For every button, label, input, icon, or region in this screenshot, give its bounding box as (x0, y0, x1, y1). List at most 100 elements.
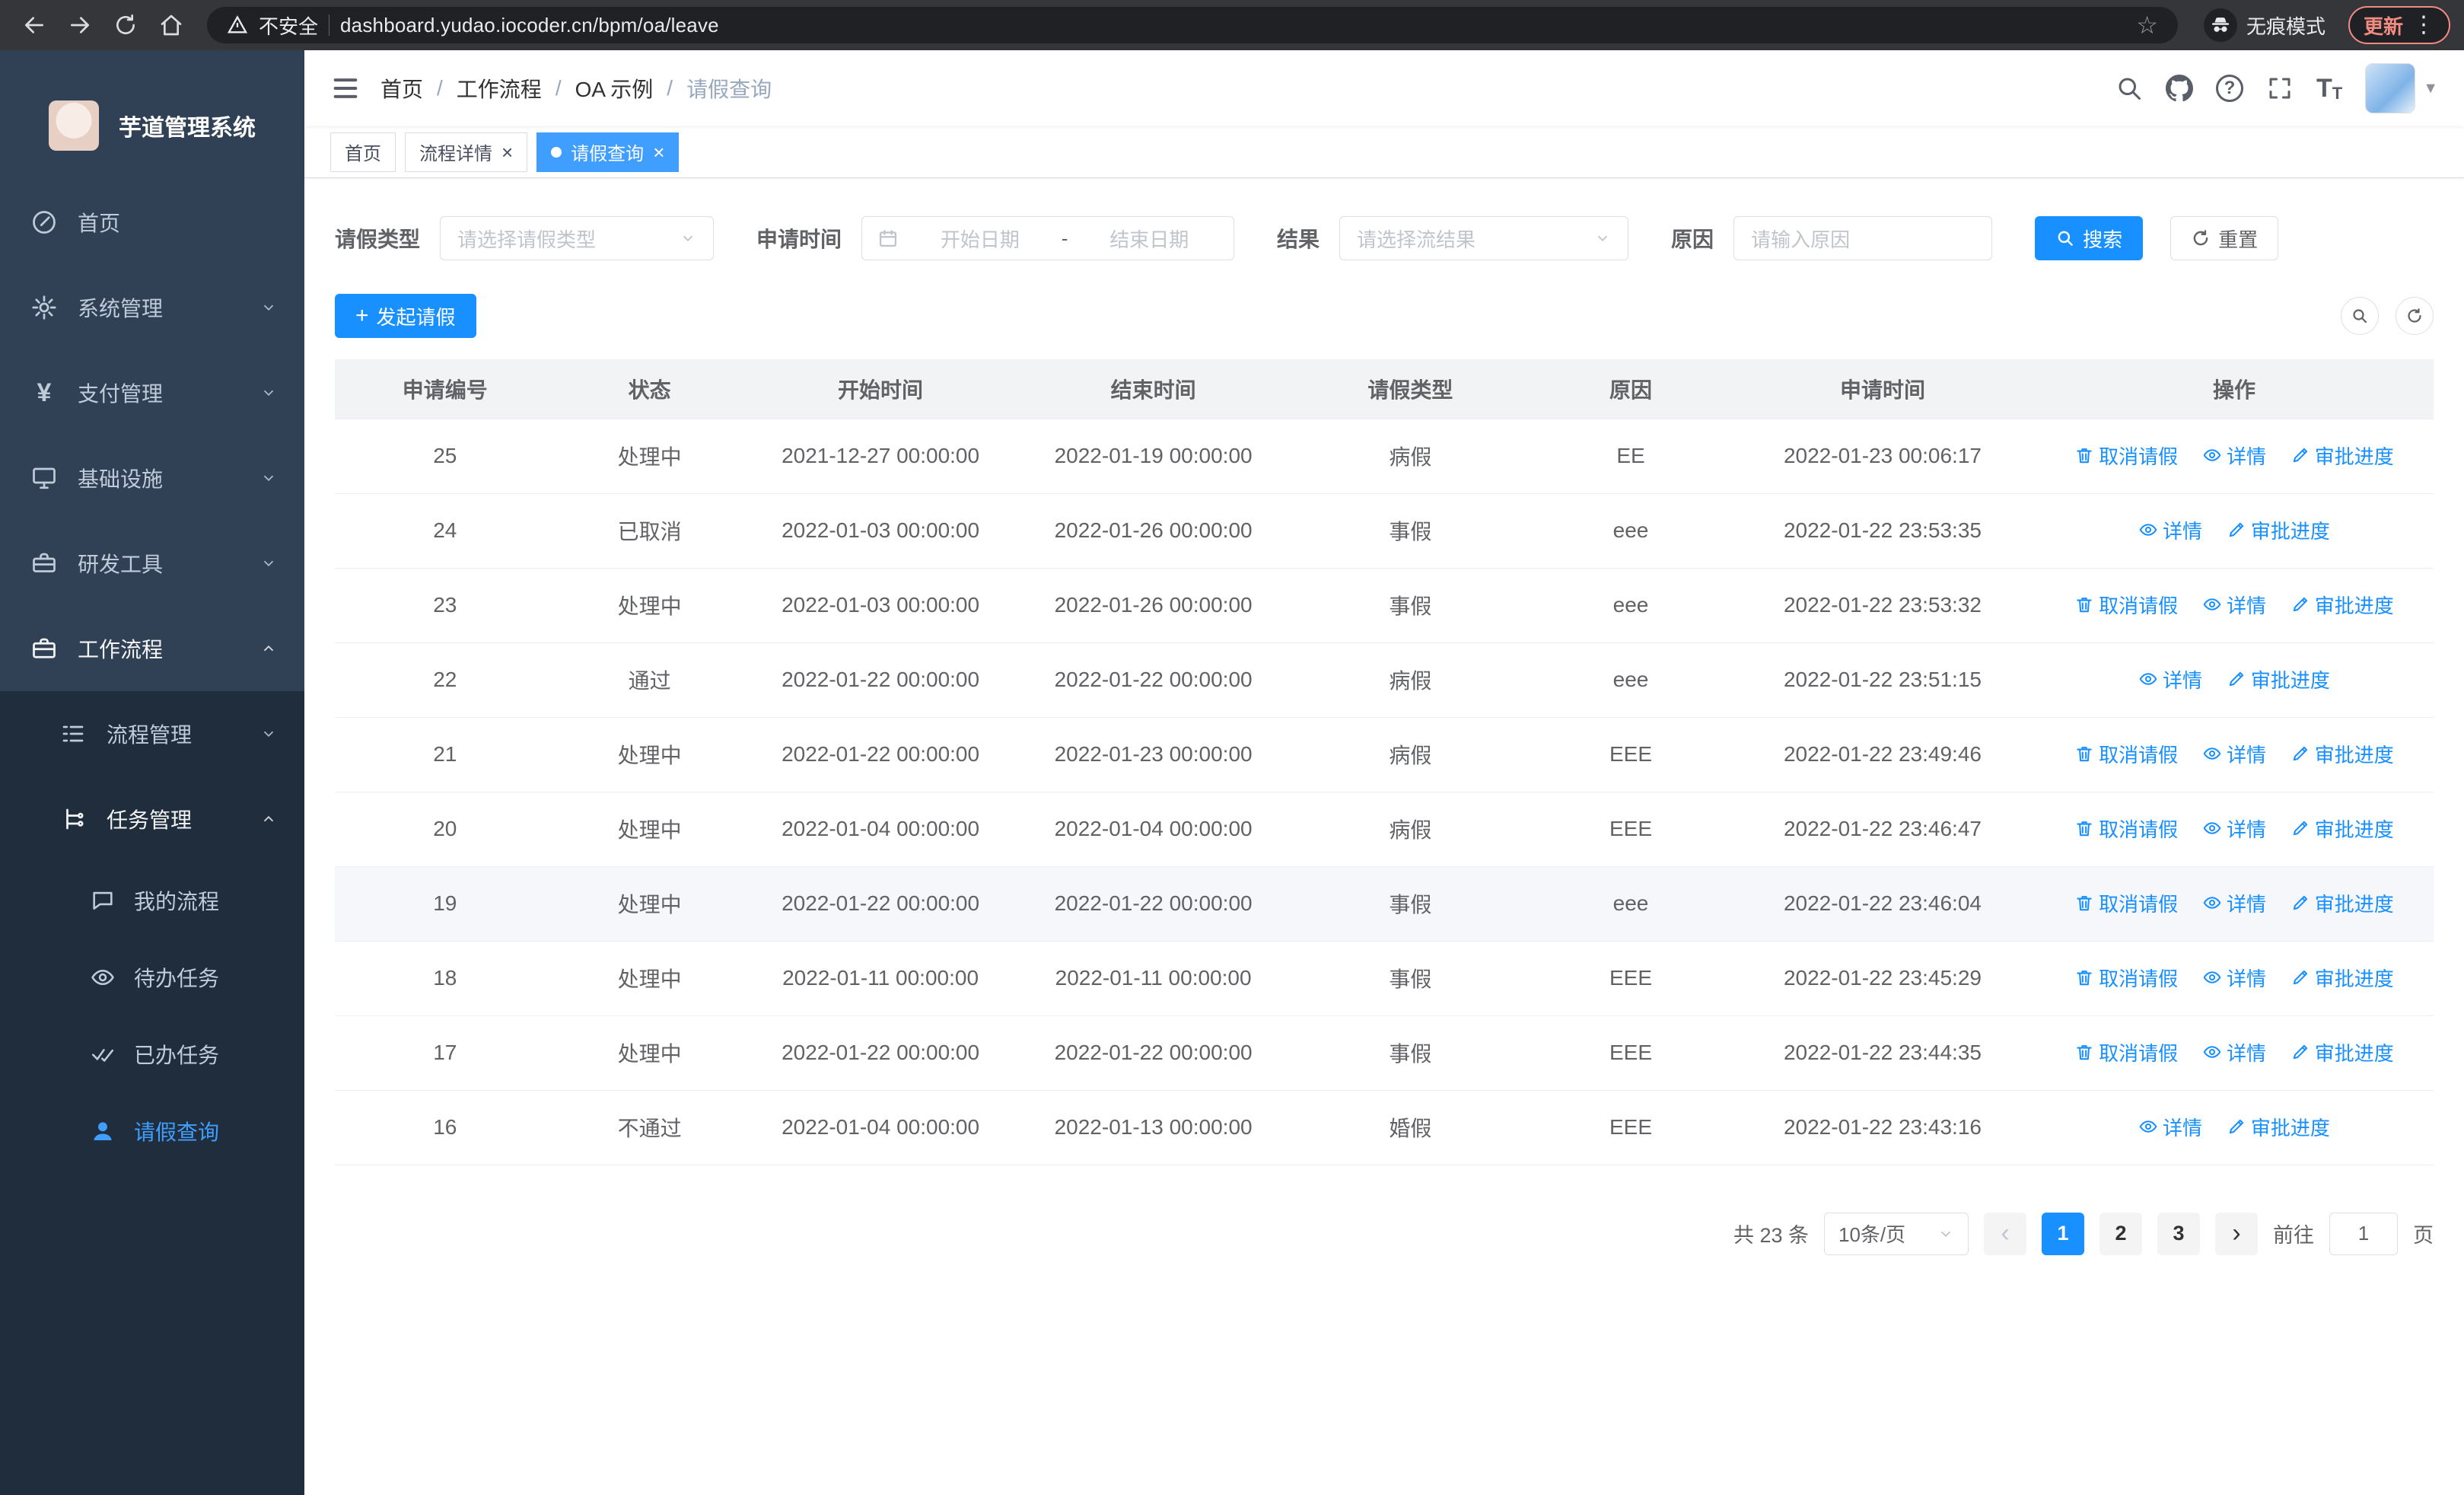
cell-status: 处理中 (555, 717, 744, 792)
sidebar-filler (0, 1169, 304, 1495)
sidebar-item-devtools[interactable]: 研发工具 (0, 521, 304, 606)
detail-link[interactable]: 详情 (2138, 516, 2202, 544)
address-bar[interactable]: 不安全 dashboard.yudao.iocoder.cn/bpm/oa/le… (207, 7, 2178, 43)
apply-time-range-picker[interactable]: 开始日期 - 结束日期 (861, 216, 1235, 260)
table-row: 23 处理中 2022-01-03 00:00:00 2022-01-26 00… (335, 568, 2434, 643)
page-button-2[interactable]: 2 (2099, 1212, 2142, 1255)
sidebar-item-label: 任务管理 (107, 808, 193, 832)
create-leave-button[interactable]: + 发起请假 (335, 294, 476, 338)
sidebar-item-payment[interactable]: ¥ 支付管理 (0, 350, 304, 435)
approval-progress-link[interactable]: 审批进度 (2291, 964, 2394, 992)
chevron-down-icon (260, 725, 277, 742)
browser-forward-button[interactable] (59, 5, 100, 46)
sidebar-item-task-mgmt[interactable]: 任务管理 (0, 776, 304, 862)
breadcrumb-item[interactable]: 首页 (380, 73, 423, 104)
cancel-leave-link[interactable]: 取消请假 (2074, 964, 2178, 992)
cell-reason: EEE (1531, 1090, 1731, 1165)
page-button-1[interactable]: 1 (2042, 1212, 2084, 1255)
bookmark-star-icon[interactable]: ☆ (2136, 13, 2158, 37)
detail-link[interactable]: 详情 (2202, 814, 2266, 843)
help-icon[interactable]: ? (2215, 75, 2243, 102)
sidebar-item-todo-tasks[interactable]: 待办任务 (0, 939, 304, 1015)
github-icon[interactable] (2165, 75, 2193, 102)
avatar[interactable] (2365, 63, 2416, 113)
close-icon[interactable]: × (653, 142, 664, 162)
monitor-icon (30, 464, 58, 492)
detail-link[interactable]: 详情 (2202, 740, 2266, 768)
approval-progress-link[interactable]: 审批进度 (2291, 1038, 2394, 1066)
refresh-button[interactable] (2396, 297, 2434, 335)
browser-home-button[interactable] (151, 5, 192, 46)
sidebar-item-process-mgmt[interactable]: 流程管理 (0, 691, 304, 776)
cell-leave-type: 病假 (1289, 792, 1532, 867)
leave-type-select[interactable]: 请选择请假类型 (440, 216, 715, 260)
cell-start-time: 2022-01-11 00:00:00 (743, 941, 1017, 1016)
cancel-leave-link[interactable]: 取消请假 (2074, 814, 2178, 843)
approval-progress-link[interactable]: 审批进度 (2291, 814, 2394, 843)
reason-input[interactable]: 请输入原因 (1733, 216, 1993, 260)
sidebar-item-infrastructure[interactable]: 基础设施 (0, 435, 304, 521)
browser-update-menu[interactable]: 更新 ⋮ (2348, 6, 2450, 44)
sidebar-item-system[interactable]: 系统管理 (0, 265, 304, 350)
toggle-search-button[interactable] (2341, 297, 2379, 335)
cancel-leave-link[interactable]: 取消请假 (2074, 591, 2178, 619)
sidebar-item-workflow[interactable]: 工作流程 (0, 606, 304, 691)
approval-progress-link[interactable]: 审批进度 (2291, 740, 2394, 768)
cell-applied-time: 2022-01-22 23:44:35 (1730, 1015, 2035, 1091)
tab-home[interactable]: 首页 (330, 132, 396, 172)
detail-link[interactable]: 详情 (2138, 665, 2202, 693)
reset-button[interactable]: 重置 (2170, 216, 2279, 260)
cell-actions: 详情 审批进度 (2034, 642, 2434, 718)
goto-page-input[interactable] (2329, 1212, 2398, 1255)
breadcrumb-item[interactable]: OA 示例 (575, 73, 654, 104)
sidebar-item-home[interactable]: 首页 (0, 180, 304, 265)
approval-progress-link[interactable]: 审批进度 (2291, 591, 2394, 619)
user-menu[interactable]: ▼ (2365, 63, 2438, 113)
hamburger-icon[interactable] (330, 73, 361, 104)
approval-progress-link[interactable]: 审批进度 (2227, 1113, 2330, 1141)
cancel-leave-link[interactable]: 取消请假 (2074, 889, 2178, 917)
approval-progress-link[interactable]: 审批进度 (2227, 516, 2330, 544)
tab-process-detail[interactable]: 流程详情 × (405, 132, 528, 172)
sidebar-item-my-processes[interactable]: 我的流程 (0, 862, 304, 939)
sidebar-item-done-tasks[interactable]: 已办任务 (0, 1015, 304, 1092)
sidebar-item-label: 系统管理 (78, 297, 164, 320)
prev-page-button[interactable]: ‹ (1984, 1212, 2026, 1255)
page-size-select[interactable]: 10条/页 (1824, 1212, 1969, 1255)
result-select[interactable]: 请选择流结果 (1339, 216, 1629, 260)
detail-link[interactable]: 详情 (2202, 964, 2266, 992)
approval-progress-link[interactable]: 审批进度 (2291, 889, 2394, 917)
page-button-3[interactable]: 3 (2157, 1212, 2200, 1255)
next-page-button[interactable]: › (2215, 1212, 2258, 1255)
cell-start-time: 2022-01-03 00:00:00 (743, 493, 1017, 569)
navbar-actions: ? TT ▼ (2115, 63, 2438, 113)
detail-link[interactable]: 详情 (2202, 591, 2266, 619)
detail-link[interactable]: 详情 (2202, 1038, 2266, 1066)
detail-link[interactable]: 详情 (2138, 1113, 2202, 1141)
col-header: 申请编号 (335, 359, 556, 419)
approval-progress-link[interactable]: 审批进度 (2227, 665, 2330, 693)
user-icon (90, 1118, 116, 1144)
browser-back-button[interactable] (14, 5, 55, 46)
cell-end-time: 2022-01-26 00:00:00 (1017, 568, 1290, 643)
sidebar-item-leave-query[interactable]: 请假查询 (0, 1092, 304, 1169)
browser-reload-button[interactable] (105, 5, 146, 46)
close-icon[interactable]: × (501, 142, 513, 162)
detail-link[interactable]: 详情 (2202, 441, 2266, 470)
cancel-leave-link[interactable]: 取消请假 (2074, 441, 2178, 470)
tab-leave-query[interactable]: 请假查询 × (536, 132, 680, 172)
search-button[interactable]: 搜索 (2035, 216, 2144, 260)
breadcrumb-item[interactable]: 工作流程 (457, 73, 542, 104)
approval-progress-link[interactable]: 审批进度 (2291, 441, 2394, 470)
cell-applied-time: 2022-01-22 23:53:35 (1730, 493, 2035, 569)
kebab-menu-icon[interactable]: ⋮ (2412, 14, 2435, 37)
cancel-leave-link[interactable]: 取消请假 (2074, 1038, 2178, 1066)
fullscreen-icon[interactable] (2266, 75, 2294, 102)
cancel-leave-link[interactable]: 取消请假 (2074, 740, 2178, 768)
search-icon[interactable] (2115, 75, 2143, 102)
detail-link[interactable]: 详情 (2202, 889, 2266, 917)
sidebar-item-label: 基础设施 (78, 467, 164, 491)
font-size-icon[interactable]: TT (2316, 74, 2342, 104)
dashboard-icon (30, 209, 58, 236)
table-row: 21 处理中 2022-01-22 00:00:00 2022-01-23 00… (335, 717, 2434, 792)
